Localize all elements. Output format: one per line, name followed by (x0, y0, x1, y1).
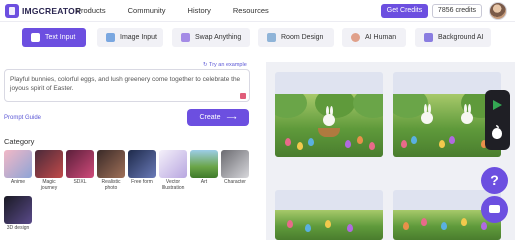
tab-label: AI Human (365, 34, 397, 41)
nav-community[interactable]: Community (128, 6, 166, 15)
tab-label: Room Design (281, 34, 324, 41)
category-character[interactable]: Character (221, 150, 249, 185)
tab-label: Image Input (120, 34, 157, 41)
category-label: 3D design (6, 225, 30, 231)
create-label: Create (199, 114, 221, 121)
image-icon (106, 33, 115, 42)
category-thumb (159, 150, 187, 178)
nav-products[interactable]: Products (76, 6, 106, 15)
category-thumb (4, 196, 32, 224)
category-label: Vector Illustration (161, 179, 185, 191)
category-realistic-photo[interactable]: Realistic photo (97, 150, 125, 191)
background-icon (424, 33, 433, 42)
apple-icon[interactable] (492, 125, 502, 139)
tab-background-ai[interactable]: Background AI (415, 28, 491, 47)
category-label: Character (224, 179, 246, 185)
avatar[interactable] (489, 2, 507, 20)
prompt-guide-link[interactable]: Prompt Guide (4, 115, 41, 121)
tab-image-input[interactable]: Image Input (97, 28, 163, 47)
category-label: SDXL (73, 179, 87, 185)
tab-label: Swap Anything (195, 34, 242, 41)
tab-label: Background AI (438, 34, 484, 41)
result-image-card[interactable] (275, 72, 383, 157)
human-icon (351, 33, 360, 42)
category-thumb (128, 150, 156, 178)
results-panel (266, 62, 515, 240)
google-play-icon[interactable] (493, 100, 502, 110)
tab-room-design[interactable]: Room Design (258, 28, 334, 47)
logo-text: IMGCREATOR (22, 6, 82, 16)
top-header: IMGCREATOR Products Community History Re… (0, 0, 515, 22)
nav-history[interactable]: History (188, 6, 211, 15)
get-credits-button[interactable]: Get Credits (381, 4, 428, 18)
credits-badge: 7856 credits (432, 4, 482, 18)
category-free-form[interactable]: Free form (128, 150, 156, 185)
swap-icon (181, 33, 190, 42)
category-label: Anime (10, 179, 26, 185)
category-vector-illustration[interactable]: Vector Illustration (159, 150, 187, 191)
try-example-label: Try an example (209, 62, 247, 68)
chat-button[interactable] (481, 196, 508, 223)
arrow-right-icon: ⟶ (226, 114, 237, 122)
clear-prompt-icon[interactable] (240, 93, 246, 99)
nav-resources[interactable]: Resources (233, 6, 269, 15)
tab-label: Text Input (45, 34, 76, 41)
help-button[interactable]: ? (481, 167, 508, 194)
category-label: Realistic photo (101, 179, 121, 191)
category-magic-journey[interactable]: Magic journey (35, 150, 63, 191)
result-image-card[interactable] (275, 190, 383, 240)
category-sdxl[interactable]: SDXL (66, 150, 94, 185)
main-nav: Products Community History Resources (76, 6, 269, 15)
category-3d-design[interactable]: 3D design (4, 196, 32, 231)
category-label: Art (200, 179, 208, 185)
category-thumb (97, 150, 125, 178)
tab-ai-human[interactable]: AI Human (342, 28, 406, 47)
category-label: Free form (131, 179, 153, 185)
try-example-link[interactable]: ↻ Try an example (203, 62, 247, 68)
prompt-input[interactable]: Playful bunnies, colorful eggs, and lush… (4, 69, 250, 102)
category-thumb (221, 150, 249, 178)
tab-text-input[interactable]: Text Input (22, 28, 86, 47)
category-thumb (190, 150, 218, 178)
tab-swap-anything[interactable]: Swap Anything (172, 28, 250, 47)
logo[interactable]: IMGCREATOR (5, 4, 81, 18)
category-thumb (66, 150, 94, 178)
category-art[interactable]: Art (190, 150, 218, 185)
refresh-icon: ↻ (203, 62, 208, 68)
room-icon (267, 33, 276, 42)
category-title: Category (4, 137, 35, 146)
app-store-links (485, 90, 510, 150)
category-label: Magic journey (40, 179, 58, 191)
category-thumb (4, 150, 32, 178)
create-button[interactable]: Create ⟶ (187, 109, 249, 126)
text-icon (31, 33, 40, 42)
logo-icon (5, 4, 19, 18)
category-anime[interactable]: Anime (4, 150, 32, 185)
category-thumb (35, 150, 63, 178)
easter-scene-image (275, 94, 383, 157)
easter-scene-image (275, 210, 383, 240)
